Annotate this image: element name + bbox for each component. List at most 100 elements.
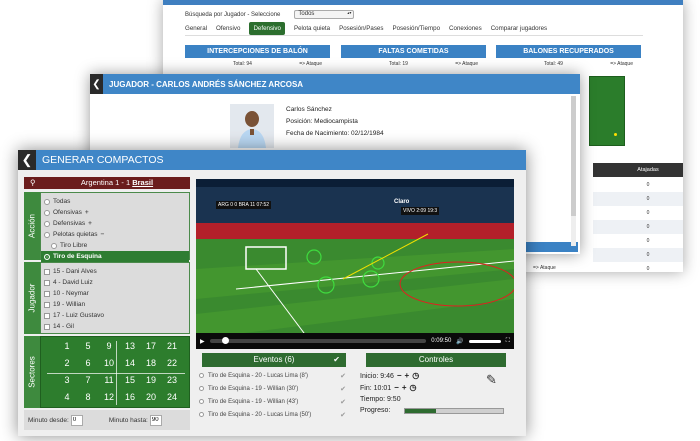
volume-slider[interactable] (468, 339, 501, 343)
play-icon[interactable]: ▶ (200, 338, 205, 345)
volume-icon[interactable]: 🔊 (456, 338, 463, 345)
check-icon[interactable]: ✔ (340, 398, 346, 406)
player-item[interactable]: 4 - David Luiz (41, 277, 189, 288)
radio-selected[interactable] (44, 253, 50, 260)
search-icon[interactable]: ⚲ (30, 177, 36, 189)
action-tiro-libre[interactable]: Tiro Libre (41, 240, 189, 251)
scrollbar[interactable] (571, 96, 576, 246)
scrollbar-thumb[interactable] (571, 96, 576, 216)
radio[interactable] (44, 198, 50, 205)
collapse-icon[interactable]: − (100, 231, 104, 238)
player-item[interactable]: 10 - Neymar (41, 288, 189, 299)
radio[interactable] (199, 399, 204, 404)
sector-cell[interactable]: 7 (78, 374, 98, 387)
sector-cell[interactable]: 24 (162, 391, 182, 404)
player-item[interactable]: 15 - Dani Alves (41, 266, 189, 277)
radio[interactable] (199, 373, 204, 378)
list-item[interactable]: Tiro de Esquina - 20 - Lucas Lima (50') ✔ (196, 408, 350, 421)
list-item[interactable]: Tiro de Esquina - 19 - Willian (30') ✔ (196, 382, 350, 395)
radio[interactable] (199, 386, 204, 391)
sector-cell[interactable]: 2 (57, 357, 77, 370)
back-button[interactable]: ❮ (90, 74, 103, 94)
clock-icon[interactable]: ◷ (409, 383, 416, 392)
tab-ofensivo[interactable]: Ofensivo (216, 25, 240, 32)
back-button[interactable]: ❮ (18, 150, 36, 170)
minus-icon[interactable]: − (397, 371, 402, 380)
sector-cell[interactable]: 1 (57, 340, 77, 353)
sector-cell[interactable]: 10 (99, 357, 119, 370)
action-pelotas-quietas[interactable]: Pelotas quietas − (41, 229, 189, 240)
radio[interactable] (199, 412, 204, 417)
check-icon[interactable]: ✔ (340, 385, 346, 393)
plus-icon[interactable]: + (405, 371, 410, 380)
sector-cell[interactable]: 4 (57, 391, 77, 404)
sector-cell[interactable]: 5 (78, 340, 98, 353)
seek-knob[interactable] (221, 337, 229, 344)
tab-conexiones[interactable]: Conexiones (449, 25, 482, 32)
tab-pelota-quieta[interactable]: Pelota quieta (294, 25, 330, 32)
sector-cell[interactable]: 17 (141, 340, 161, 353)
action-todas[interactable]: Todas (41, 196, 189, 207)
edit-icon[interactable]: ✎ (486, 372, 497, 388)
checkbox[interactable] (44, 290, 50, 297)
expand-icon[interactable]: + (88, 220, 92, 227)
sector-cell[interactable]: 12 (99, 391, 119, 404)
sector-cell[interactable]: 6 (78, 357, 98, 370)
check-icon[interactable]: ✔ (340, 411, 346, 419)
player-item[interactable]: 14 - Gil (41, 321, 189, 332)
sector-cell[interactable]: 9 (99, 340, 119, 353)
tab-posesion-pases[interactable]: Posesión/Pases (339, 25, 383, 32)
event-label: Tiro de Esquina - 20 - Lucas Lima (8') (208, 372, 308, 379)
sector-cell[interactable]: 19 (141, 374, 161, 387)
list-item[interactable]: Tiro de Esquina - 19 - Willian (43') ✔ (196, 395, 350, 408)
ataque-link[interactable]: => Ataque (299, 61, 322, 67)
seek-bar[interactable] (209, 337, 427, 344)
player-select[interactable]: Todos (294, 10, 355, 19)
minus-icon[interactable]: − (394, 383, 399, 392)
list-item[interactable]: Tiro de Esquina - 20 - Lucas Lima (8') ✔ (196, 369, 350, 382)
tab-comparar-jugadores[interactable]: Comparar jugadores (491, 25, 547, 32)
sector-cell[interactable]: 22 (162, 357, 182, 370)
plus-icon[interactable]: + (402, 383, 407, 392)
ataque-link[interactable]: => Ataque (533, 265, 556, 271)
checkbox[interactable] (44, 312, 50, 319)
tab-defensivo[interactable]: Defensivo (249, 22, 285, 35)
check-icon[interactable]: ✔ (340, 372, 346, 380)
player-item[interactable]: 19 - Willian (41, 299, 189, 310)
sector-cell[interactable]: 23 (162, 374, 182, 387)
ataque-link[interactable]: => Ataque (610, 61, 633, 67)
video-player[interactable]: ARG 0 0 BRA 11 07:52 VIVO 2:09 19:3 Clar… (196, 179, 514, 349)
check-icon[interactable]: ✔ (333, 353, 340, 367)
action-tiro-de-esquina[interactable]: Tiro de Esquina (41, 251, 189, 262)
expand-icon[interactable]: + (85, 209, 89, 216)
checkbox[interactable] (44, 323, 50, 330)
sector-cell[interactable]: 20 (141, 391, 161, 404)
radio[interactable] (44, 231, 50, 238)
radio[interactable] (51, 242, 57, 249)
checkbox[interactable] (44, 301, 50, 308)
sector-cell[interactable]: 18 (141, 357, 161, 370)
checkbox[interactable] (44, 279, 50, 286)
minute-from-input[interactable] (70, 414, 83, 426)
radio[interactable] (44, 220, 50, 227)
sector-cell[interactable]: 3 (57, 374, 77, 387)
radio[interactable] (44, 209, 50, 216)
minute-to-input[interactable] (149, 414, 162, 426)
fullscreen-icon[interactable]: ⛶ (506, 338, 510, 345)
sector-cell[interactable]: 16 (120, 391, 140, 404)
player-item[interactable]: 17 - Luiz Gustavo (41, 310, 189, 321)
sector-cell[interactable]: 13 (120, 340, 140, 353)
checkbox[interactable] (44, 268, 50, 275)
action-ofensivas[interactable]: Ofensivas + (41, 207, 189, 218)
clock-icon[interactable]: ◷ (412, 371, 419, 380)
ataque-link[interactable]: => Ataque (455, 61, 478, 67)
sector-cell[interactable]: 8 (78, 391, 98, 404)
sector-cell[interactable]: 11 (99, 374, 119, 387)
table-cell: 0 (646, 238, 650, 244)
action-defensivas[interactable]: Defensivas + (41, 218, 189, 229)
tab-general[interactable]: General (185, 25, 207, 32)
sector-cell[interactable]: 15 (120, 374, 140, 387)
sector-cell[interactable]: 21 (162, 340, 182, 353)
tab-posesion-tiempo[interactable]: Posesión/Tiempo (392, 25, 440, 32)
sector-cell[interactable]: 14 (120, 357, 140, 370)
